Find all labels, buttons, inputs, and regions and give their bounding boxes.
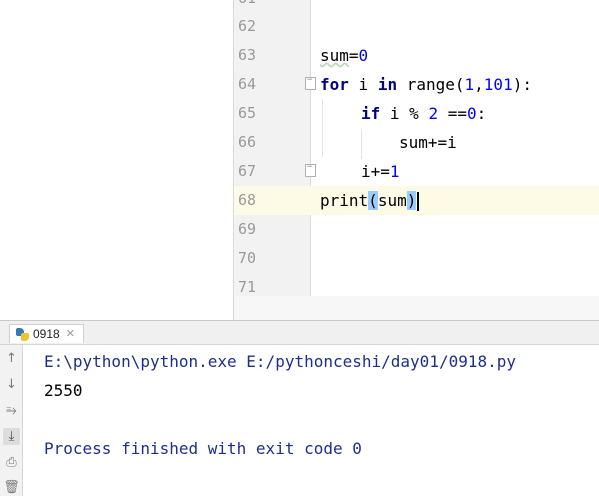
editor-line-current[interactable]: 68 print(sum) xyxy=(234,186,599,215)
line-number: 69 xyxy=(238,220,257,238)
print-icon[interactable]: ⎙ xyxy=(3,454,20,471)
editor-line[interactable]: 63 sum=0 xyxy=(234,41,599,70)
line-number: 64 xyxy=(238,75,257,93)
project-tree-pane xyxy=(0,0,234,320)
fold-end-icon[interactable] xyxy=(305,162,316,177)
line-number: 62 xyxy=(238,17,257,35)
console-result-line: 2550 xyxy=(44,381,83,400)
editor-line[interactable]: 65 if i % 2 ==0: xyxy=(234,99,599,128)
soft-wrap-icon[interactable]: ⥱ xyxy=(3,402,20,419)
editor-line[interactable]: 67 i+=1 xyxy=(234,157,599,186)
text-caret xyxy=(417,192,420,211)
editor-line[interactable]: 70 xyxy=(234,244,599,273)
code-text: print(sum) xyxy=(320,186,420,215)
editor-bottom-strip xyxy=(234,296,599,320)
code-text: sum=0 xyxy=(320,46,369,65)
line-number: 65 xyxy=(238,104,257,122)
editor-line[interactable]: 71 xyxy=(234,273,599,296)
code-text: if i % 2 ==0: xyxy=(361,104,487,123)
run-toolbar: ↑ ↓ ⥱ ⤓ ⎙ 🗑 xyxy=(0,345,23,496)
trash-icon[interactable]: 🗑 xyxy=(3,479,20,496)
run-tab-label: 0918 xyxy=(33,326,60,341)
editor-line[interactable]: 69 xyxy=(234,215,599,244)
code-text: for i in range(1,101): xyxy=(320,75,532,94)
console-output[interactable]: E:\python\python.exe E:/pythonceshi/day0… xyxy=(23,345,599,496)
code-text: i+=1 xyxy=(361,162,400,181)
python-icon xyxy=(16,327,29,341)
scroll-to-end-icon[interactable]: ⤓ xyxy=(3,428,20,445)
editor-line[interactable]: 62 xyxy=(234,12,599,41)
line-number: 71 xyxy=(238,278,257,296)
console-exit-line: Process finished with exit code 0 xyxy=(44,439,362,458)
code-text: sum+=i xyxy=(399,133,457,152)
fold-collapse-icon[interactable] xyxy=(305,75,316,90)
line-number: 68 xyxy=(234,186,310,215)
run-tab[interactable]: 0918 ✕ xyxy=(9,324,84,343)
line-number: 67 xyxy=(238,162,257,180)
console-command-line: E:\python\python.exe E:/pythonceshi/day0… xyxy=(44,352,517,371)
line-number: 63 xyxy=(238,46,257,64)
line-number: 70 xyxy=(238,249,257,267)
line-number: 66 xyxy=(238,133,257,151)
arrow-down-icon[interactable]: ↓ xyxy=(3,376,20,393)
editor-line[interactable]: 64 for i in range(1,101): xyxy=(234,70,599,99)
close-icon[interactable]: ✕ xyxy=(66,325,75,344)
run-panel-header: 0918 ✕ xyxy=(0,320,599,345)
arrow-up-icon[interactable]: ↑ xyxy=(3,350,20,367)
editor-line[interactable]: 66 sum+=i xyxy=(234,128,599,157)
